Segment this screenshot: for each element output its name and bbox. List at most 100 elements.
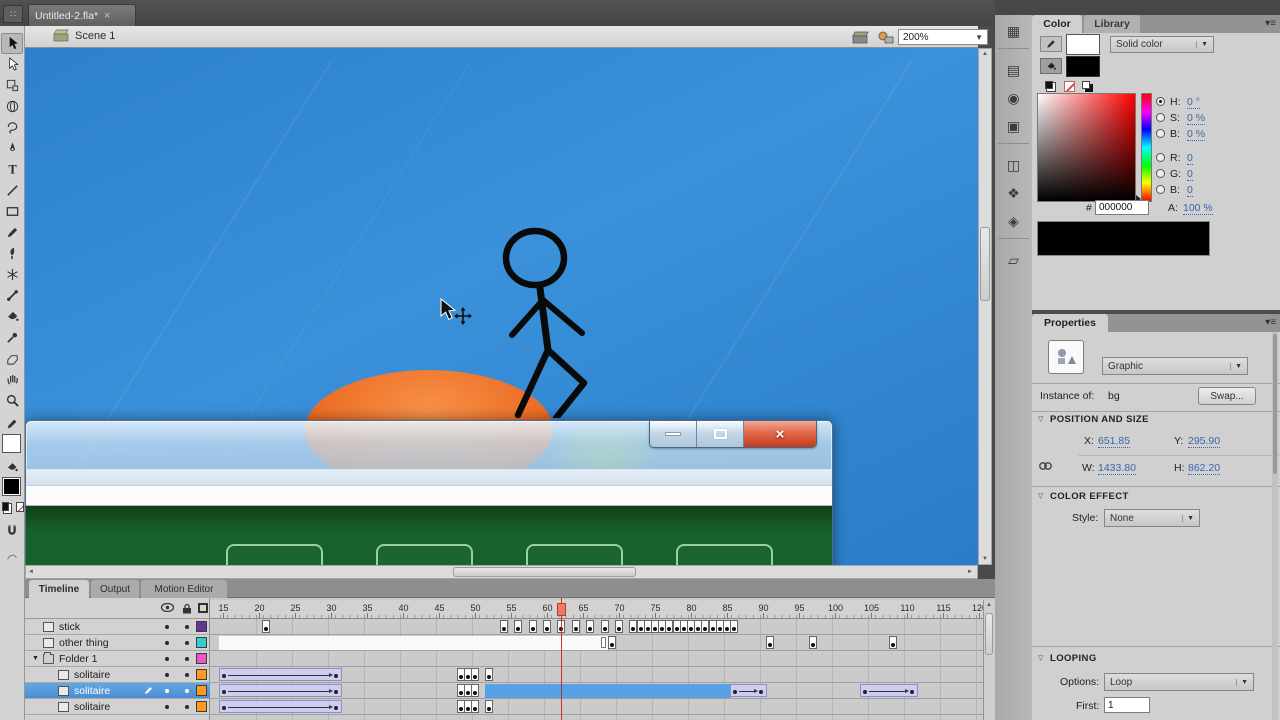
- fill-color-swatch[interactable]: [2, 477, 21, 496]
- color-effect-style-select[interactable]: None▼: [1104, 509, 1200, 527]
- layer-row-stick[interactable]: stick: [25, 619, 210, 635]
- card-slot[interactable]: [676, 544, 773, 565]
- breadcrumb[interactable]: Scene 1: [53, 29, 115, 42]
- layer-visibility-dot[interactable]: [165, 705, 169, 709]
- tool-lasso-icon[interactable]: [1, 117, 23, 138]
- layer-visibility-dot[interactable]: [165, 673, 169, 677]
- components-panel-icon[interactable]: ❖: [1000, 181, 1028, 205]
- h-value[interactable]: 862.20: [1188, 462, 1220, 475]
- alpha-value[interactable]: 100 %: [1183, 202, 1213, 215]
- layer-row-solitaire[interactable]: solitaire: [25, 667, 210, 683]
- lock-icon[interactable]: [182, 603, 192, 614]
- layer-row-solitaire[interactable]: solitaire: [25, 683, 210, 699]
- project-panel-icon[interactable]: ▱: [1000, 248, 1028, 272]
- tool-paint-bucket-icon[interactable]: [1, 306, 23, 327]
- layer-outline-color-swatch[interactable]: [196, 653, 207, 664]
- radio-h-icon[interactable]: [1156, 97, 1165, 106]
- fill-bucket-icon[interactable]: [1040, 58, 1062, 74]
- fill-color-bucket-icon[interactable]: [1, 456, 23, 477]
- tool-zoom-icon[interactable]: [1, 390, 23, 411]
- first-frame-input[interactable]: [1104, 697, 1150, 713]
- layer-lock-dot[interactable]: [185, 657, 189, 661]
- layer-outline-color-swatch[interactable]: [196, 621, 207, 632]
- card-slot[interactable]: [226, 544, 323, 565]
- timeline-vscroll-thumb[interactable]: [985, 613, 993, 655]
- layer-visibility-dot[interactable]: [165, 689, 169, 693]
- tool-eyedropper-icon[interactable]: [1, 327, 23, 348]
- tab-color[interactable]: Color: [1032, 15, 1082, 33]
- radio-s-icon[interactable]: [1156, 113, 1165, 122]
- looping-options-select[interactable]: Loop▼: [1104, 673, 1254, 691]
- color-type-select[interactable]: Solid color▼: [1110, 36, 1214, 53]
- scroll-up-icon[interactable]: ▲: [984, 602, 994, 608]
- default-colors-icon[interactable]: [1045, 81, 1053, 89]
- properties-scrollbar[interactable]: [1272, 332, 1278, 720]
- tiles-panel-icon[interactable]: ▦: [1000, 19, 1028, 43]
- x-value[interactable]: 651.85: [1098, 435, 1130, 448]
- scroll-left-icon[interactable]: ◄: [28, 569, 34, 575]
- stage-vscroll-thumb[interactable]: [980, 227, 990, 301]
- smooth-tool-icon[interactable]: [1, 545, 23, 566]
- scroll-right-icon[interactable]: ►: [967, 569, 973, 575]
- radio-b-icon[interactable]: [1156, 129, 1165, 138]
- no-color-icon[interactable]: [1064, 81, 1075, 92]
- edit-symbols-icon[interactable]: [877, 30, 895, 45]
- timeline-frames-area[interactable]: [210, 619, 983, 720]
- layer-lock-dot[interactable]: [185, 625, 189, 629]
- swap-button[interactable]: Swap...: [1198, 387, 1256, 405]
- hex-input[interactable]: [1095, 200, 1149, 215]
- disclosure-triangle-icon[interactable]: ▽: [1038, 654, 1043, 662]
- layer-name[interactable]: solitaire: [74, 685, 110, 697]
- color-row-value[interactable]: 0: [1187, 184, 1193, 197]
- zoom-level-select[interactable]: 200% ▼: [898, 29, 988, 45]
- card-slot[interactable]: [376, 544, 473, 565]
- stroke-color-pencil-icon[interactable]: [1, 413, 23, 434]
- stroke-color-swatch[interactable]: [1066, 34, 1100, 55]
- symbol-thumbnail[interactable]: [1048, 340, 1084, 374]
- timeline-tab-output[interactable]: Output: [91, 580, 139, 598]
- timeline-vertical-scrollbar[interactable]: ▲: [983, 600, 995, 720]
- hue-slider[interactable]: [1141, 93, 1152, 202]
- tool-hand-icon[interactable]: [1, 369, 23, 390]
- frame-row-Folder-1[interactable]: [210, 651, 983, 667]
- minimize-button[interactable]: [650, 421, 697, 447]
- radio-g-icon[interactable]: [1156, 169, 1165, 178]
- tool-deco-icon[interactable]: [1, 264, 23, 285]
- layer-lock-dot[interactable]: [185, 641, 189, 645]
- card-slot[interactable]: [526, 544, 623, 565]
- edit-scene-icon[interactable]: [852, 30, 870, 45]
- tool-free-transform-icon[interactable]: [1, 75, 23, 96]
- stick-figure-graphic[interactable]: [485, 218, 685, 418]
- transform-panel-icon[interactable]: ▣: [1000, 114, 1028, 138]
- tool-brush-icon[interactable]: [1, 243, 23, 264]
- frame-row-stick[interactable]: [210, 619, 983, 635]
- layer-row-solitaire[interactable]: solitaire: [25, 699, 210, 715]
- layer-name[interactable]: Folder 1: [59, 653, 98, 665]
- color-row-value[interactable]: 0 °: [1187, 96, 1200, 109]
- frame-row-solitaire[interactable]: [210, 683, 983, 699]
- layer-name[interactable]: solitaire: [74, 669, 110, 681]
- timeline-ruler[interactable]: 1520253035404550556065707580859095100105…: [210, 600, 983, 619]
- tool-3d-rotation-icon[interactable]: [1, 96, 23, 117]
- tab-properties[interactable]: Properties: [1032, 314, 1108, 332]
- disclosure-triangle-icon[interactable]: ▽: [1038, 415, 1043, 423]
- layer-name[interactable]: stick: [59, 621, 80, 633]
- saturation-brightness-picker[interactable]: [1037, 93, 1136, 202]
- y-value[interactable]: 295.90: [1188, 435, 1220, 448]
- color-row-value[interactable]: 0 %: [1187, 128, 1205, 141]
- link-width-height-icon[interactable]: [1038, 460, 1053, 472]
- layer-outline-color-swatch[interactable]: [196, 685, 207, 696]
- layer-row-Folder-1[interactable]: ▼Folder 1: [25, 651, 210, 667]
- disclosure-triangle-icon[interactable]: ▽: [1038, 492, 1043, 500]
- timeline-tab-timeline[interactable]: Timeline: [29, 580, 89, 598]
- stage-vertical-scrollbar[interactable]: ▲ ▼: [978, 48, 992, 565]
- library-stack-panel-icon[interactable]: ▤: [1000, 58, 1028, 82]
- layer-name[interactable]: other thing: [59, 637, 109, 649]
- playhead-line[interactable]: [561, 598, 562, 720]
- stroke-pencil-icon[interactable]: [1040, 36, 1062, 52]
- stroke-color-swatch[interactable]: [2, 434, 21, 453]
- tool-pen-icon[interactable]: [1, 138, 23, 159]
- show-hide-eye-icon[interactable]: [161, 603, 174, 612]
- outline-color-icon[interactable]: [198, 603, 208, 613]
- window-titlebar[interactable]: ×: [26, 421, 832, 470]
